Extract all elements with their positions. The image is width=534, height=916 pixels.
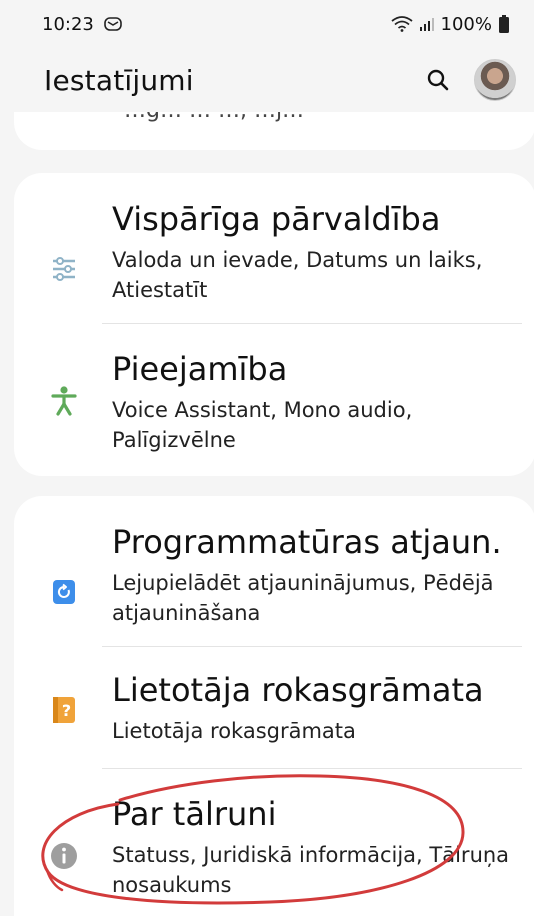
info-icon <box>50 842 78 870</box>
item-subtitle: Lietotāja rokasgrāmata <box>112 719 356 743</box>
search-icon[interactable] <box>426 68 450 92</box>
divider <box>102 768 522 769</box>
item-title: Lietotāja rokasgrāmata <box>112 671 484 709</box>
item-text: Programmatūras atjaun. Lejupielādēt atja… <box>112 522 516 628</box>
app-header: Iestatījumi <box>0 48 534 112</box>
item-subtitle: Lejupielādēt atjauninājumus, Pēdējā atja… <box>112 571 494 625</box>
settings-group-system: Programmatūras atjaun. Lejupielādēt atja… <box>14 496 534 916</box>
settings-item-software-update[interactable]: Programmatūras atjaun. Lejupielādēt atja… <box>14 518 534 644</box>
message-icon <box>104 17 122 31</box>
item-subtitle: Statuss, Juridiskā informācija, Tālruņa … <box>112 843 510 897</box>
settings-item-accessibility[interactable]: Pieejamība Voice Assistant, Mono audio, … <box>14 343 534 463</box>
battery-icon <box>498 15 510 33</box>
settings-item-general-management[interactable]: Vispārīga pārvaldība Valoda un ievade, D… <box>14 195 534 323</box>
status-bar: 10:23 100% <box>0 0 534 48</box>
settings-item-about-phone[interactable]: Par tālruni Statuss, Juridiskā informāci… <box>14 786 534 916</box>
item-text: Vispārīga pārvaldība Valoda un ievade, D… <box>112 199 516 305</box>
divider <box>102 646 522 647</box>
status-time: 10:23 <box>42 13 94 35</box>
profile-avatar[interactable] <box>474 59 516 101</box>
item-text: Pieejamība Voice Assistant, Mono audio, … <box>112 349 516 455</box>
page-title: Iestatījumi <box>44 63 194 97</box>
item-title: Pieejamība <box>112 350 288 388</box>
settings-item-user-manual[interactable]: ? Lietotāja rokasgrāmata Lietotāja rokas… <box>14 664 534 760</box>
item-title: Vispārīga pārvaldība <box>112 200 441 238</box>
item-subtitle: Valoda un ievade, Datums un laiks, Aties… <box>112 248 483 302</box>
partial-item-text: …g… … …, …j… <box>124 112 304 123</box>
status-right: 100% <box>390 13 510 35</box>
sliders-icon <box>50 255 78 283</box>
user-manual-icon: ? <box>50 696 78 724</box>
wifi-icon <box>390 16 413 32</box>
status-left: 10:23 <box>42 14 122 35</box>
battery-percent: 100% <box>440 13 492 35</box>
item-subtitle: Voice Assistant, Mono audio, Palīgizvēln… <box>112 398 413 452</box>
item-text: Par tālruni Statuss, Juridiskā informāci… <box>112 794 516 900</box>
item-title: Programmatūras atjaun. <box>112 523 502 561</box>
software-update-icon <box>50 578 78 606</box>
accessibility-icon <box>50 386 78 416</box>
item-text: Lietotāja rokasgrāmata Lietotāja rokasgr… <box>112 670 516 746</box>
divider <box>102 323 522 324</box>
settings-screen: 10:23 100% Iestatījumi Vispārīga pārvald… <box>0 0 534 916</box>
svg-text:?: ? <box>62 701 71 720</box>
header-actions <box>426 59 516 101</box>
signal-icon <box>419 16 435 32</box>
item-title: Par tālruni <box>112 795 277 833</box>
partial-settings-card: …g… … …, …j… <box>14 112 534 150</box>
settings-group-general: Vispārīga pārvaldība Valoda un ievade, D… <box>14 173 534 476</box>
